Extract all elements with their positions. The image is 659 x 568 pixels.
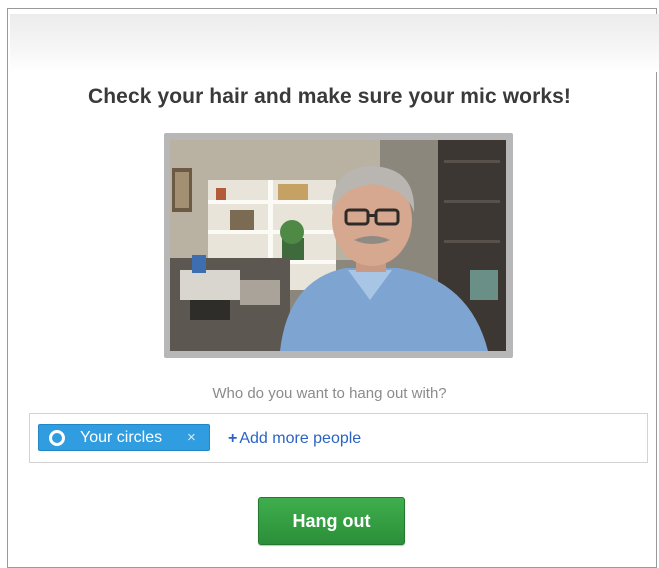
invite-people-field[interactable]: Your circles × + Add more people [29, 413, 648, 463]
circle-icon [49, 430, 65, 446]
chip-label: Your circles [80, 429, 163, 446]
dialog-header-band [10, 14, 659, 72]
hang-out-button[interactable]: Hang out [258, 497, 405, 545]
add-more-people-label: Add more people [239, 430, 362, 447]
invite-prompt: Who do you want to hang out with? [212, 385, 447, 402]
your-circles-chip[interactable]: Your circles × [38, 424, 210, 451]
remove-chip-icon[interactable]: × [187, 429, 196, 446]
webcam-preview-image [170, 140, 506, 351]
page-title: Check your hair and make sure your mic w… [87, 85, 571, 108]
add-more-people-link[interactable]: + Add more people [228, 430, 361, 448]
webcam-preview [170, 140, 506, 351]
plus-icon: + [228, 430, 238, 447]
